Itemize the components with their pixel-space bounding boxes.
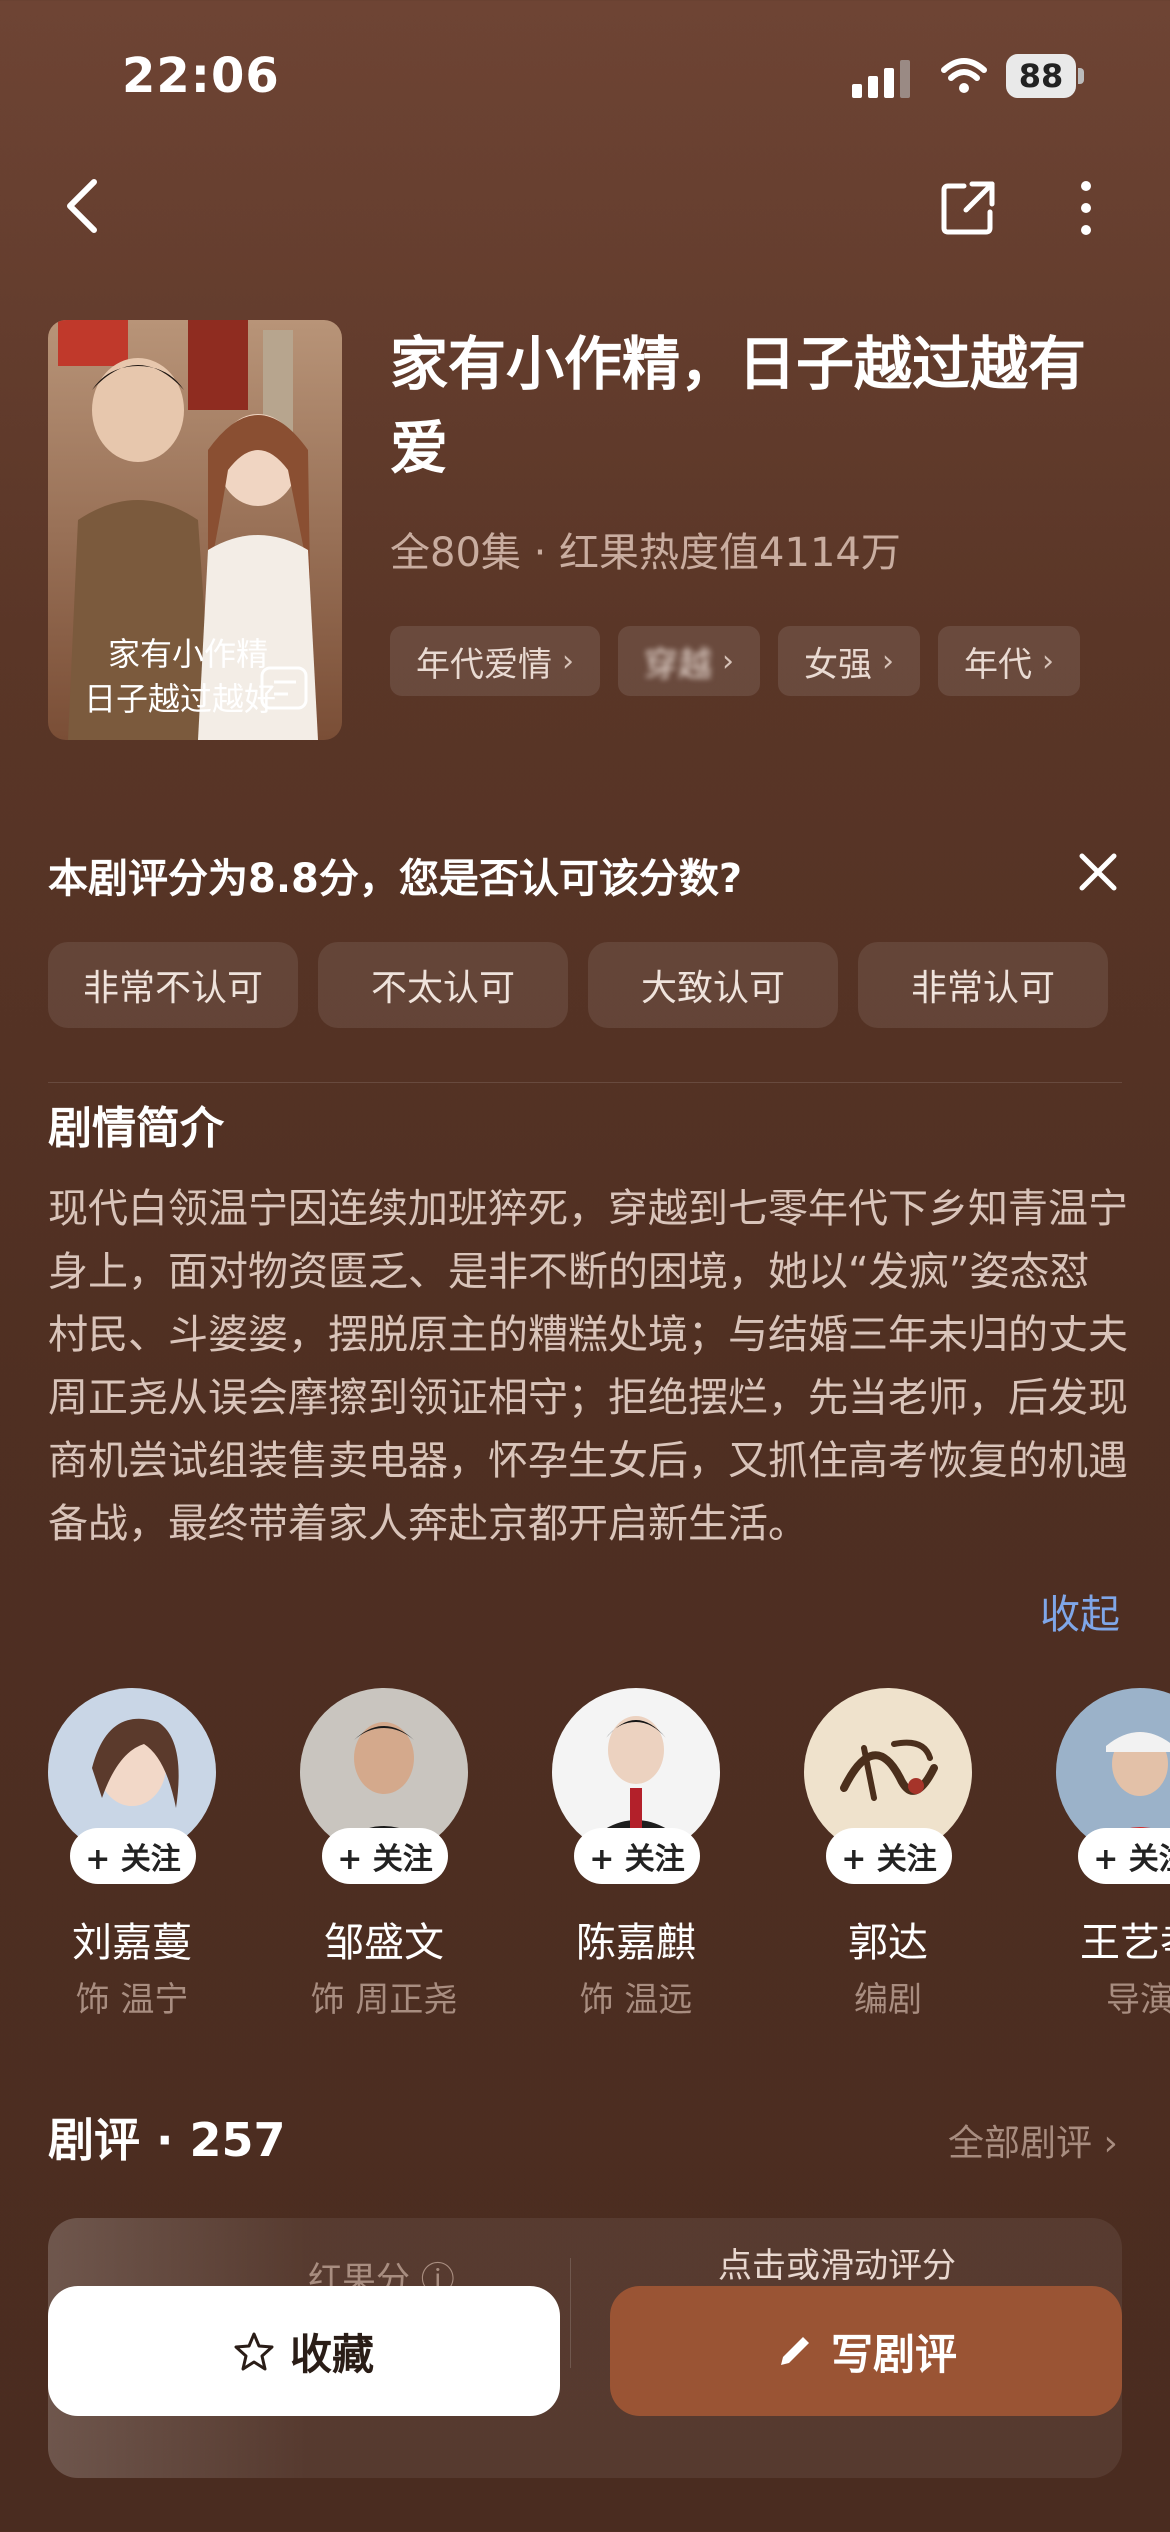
back-icon[interactable] [58,176,108,236]
cast-name: 邹盛文 [324,1920,444,1966]
rating-option-strongly-agree[interactable]: 非常认可 [858,942,1108,1028]
chevron-right-icon: › [882,643,894,679]
cast-member[interactable]: + 关注 王艺孝 导演 [1056,1688,1170,2020]
cast-name: 王艺孝 [1080,1920,1170,1966]
divider [48,1082,1122,1083]
status-time: 22:06 [122,48,280,104]
show-poster[interactable]: 家有小作精 日子越过越好 [48,320,342,740]
rating-option-agree[interactable]: 大致认可 [588,942,838,1028]
cellular-signal-icon [852,60,910,98]
rating-options: 非常不认可 不太认可 大致认可 非常认可 [48,942,1108,1028]
cast-role: 导演 [1106,1980,1170,2020]
synopsis-text: 现代白领温宁因连续加班猝死，穿越到七零年代下乡知青温宁身上，面对物资匮乏、是非不… [48,1186,1128,1547]
show-meta: 全80集 · 红果热度值4114万 [390,530,901,576]
all-reviews-link[interactable]: 全部剧评 › [948,2114,1118,2166]
battery-level: 88 [1006,54,1076,98]
cast-name: 郭达 [848,1920,928,1966]
pencil-icon [780,2337,809,2365]
chevron-right-icon: › [562,643,574,679]
poster-title-line1: 家有小作精 [108,635,268,673]
collapse-link[interactable]: 收起 [1040,1582,1120,1640]
rating-question: 本剧评分为8.8分，您是否认可该分数? [48,856,743,902]
tag-item[interactable]: 穿越 › [618,626,760,696]
chevron-right-icon: › [1042,643,1054,679]
synopsis-title: 剧情简介 [48,1103,224,1154]
write-review-label: 写剧评 [830,2329,957,2379]
tag-item[interactable]: 年代 › [938,626,1080,696]
chevron-right-icon: › [722,643,734,679]
tag-list: 年代爱情 › 穿越 › 女强 › 年代 › [390,626,1080,696]
favorite-label: 收藏 [289,2329,374,2379]
cast-member[interactable]: + 关注 邹盛文 饰 周正尧 [300,1688,500,2020]
rate-prompt[interactable]: 点击或滑动评分 [718,2238,956,2287]
cast-role: 编剧 [854,1980,922,2020]
tag-label: 年代 [964,644,1032,685]
tag-item[interactable]: 年代爱情 › [390,626,600,696]
cast-role: 饰 周正尧 [310,1980,458,2020]
poster-title-line2: 日子越过越好 [84,680,276,718]
rating-option-strongly-disagree[interactable]: 非常不认可 [48,942,298,1028]
show-title: 家有小作精，日子越过越有爱 [390,330,1087,482]
tag-label: 女强 [804,644,872,685]
more-icon[interactable] [1066,178,1106,238]
wifi-icon [941,58,987,93]
tag-item[interactable]: 女强 › [778,626,920,696]
tag-label: 穿越 [644,644,712,685]
follow-button[interactable]: + 关注 [70,1828,196,1884]
cast-role: 饰 温宁 [75,1980,189,2020]
close-icon[interactable] [1076,850,1120,894]
follow-button[interactable]: + 关注 [826,1828,952,1884]
share-icon[interactable] [938,178,998,238]
cast-role: 饰 温远 [579,1980,693,2020]
reviews-title: 剧评 · 257 [48,2113,286,2167]
follow-button[interactable]: + 关注 [1078,1828,1170,1884]
cast-member[interactable]: + 关注 郭达 编剧 [804,1688,1004,2020]
rating-option-disagree[interactable]: 不太认可 [318,942,568,1028]
follow-button[interactable]: + 关注 [322,1828,448,1884]
follow-button[interactable]: + 关注 [574,1828,700,1884]
favorite-button[interactable]: 收藏 [48,2286,560,2416]
tag-label: 年代爱情 [416,644,552,685]
battery-icon: 88 [1006,54,1084,100]
write-review-button[interactable]: 写剧评 [610,2286,1122,2416]
star-icon [234,2332,274,2371]
cast-member[interactable]: + 关注 刘嘉蔓 饰 温宁 [48,1688,248,2020]
cast-name: 刘嘉蔓 [72,1920,192,1966]
cast-member[interactable]: + 关注 陈嘉麒 饰 温远 [552,1688,752,2020]
cast-name: 陈嘉麒 [576,1920,696,1966]
